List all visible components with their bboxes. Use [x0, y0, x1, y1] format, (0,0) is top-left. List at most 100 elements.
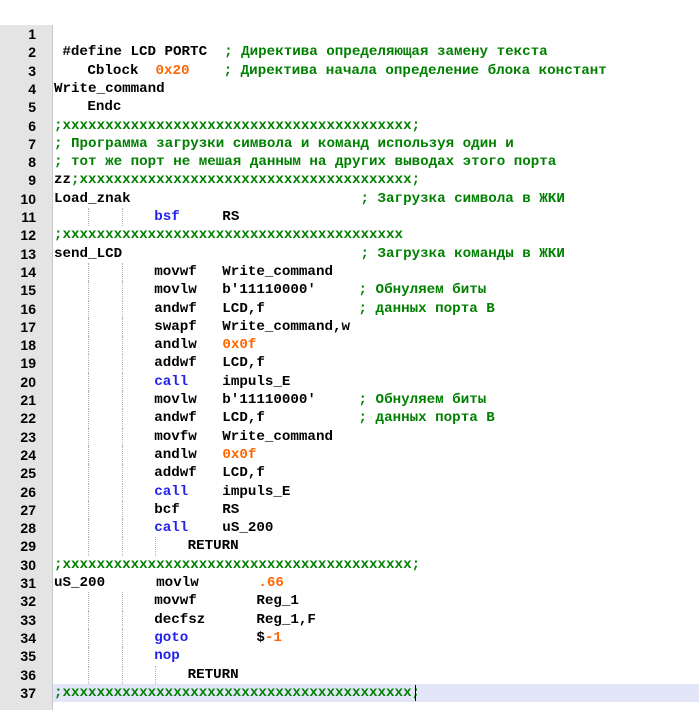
- code-line-area[interactable]: ;xxxxxxxxxxxxxxxxxxxxxxxxxxxxxxxxxxxxxxx…: [53, 226, 699, 244]
- code-line[interactable]: 31 uS_200 movlw .66: [0, 574, 699, 592]
- code-line-area[interactable]: call impuls_E: [53, 482, 699, 501]
- code-line[interactable]: 2 #define LCD PORTC ; Директива определяю…: [0, 43, 699, 61]
- code-line-area[interactable]: movfw Write_command: [53, 427, 699, 446]
- code-line[interactable]: 21 movlw b'11110000' ; Обнуляем биты: [0, 391, 699, 410]
- code-line[interactable]: 7 ; Программа загрузки символа и команд и…: [0, 135, 699, 153]
- indent-guide: [121, 317, 123, 337]
- code-line[interactable]: 1: [0, 25, 699, 43]
- code-line[interactable]: 8 ; тот же порт не мешая данным на других…: [0, 153, 699, 171]
- code-line[interactable]: 37 ;xxxxxxxxxxxxxxxxxxxxxxxxxxxxxxxxxxxxx…: [0, 683, 699, 703]
- code-text: bcf RS: [154, 501, 239, 519]
- code-line-area[interactable]: call impuls_E: [53, 372, 699, 391]
- indent-guide: [88, 354, 90, 373]
- code-line[interactable]: 5 Endc: [0, 98, 699, 116]
- code-token-instr-black: andlw: [154, 337, 223, 354]
- line-number: 34: [20, 629, 36, 646]
- code-line-area[interactable]: Write_command: [53, 80, 699, 98]
- code-text: movwf Reg_1: [154, 592, 299, 610]
- code-line-area[interactable]: movwf Write_command: [53, 262, 699, 282]
- indent-guide: [121, 208, 123, 227]
- code-token-comment: ;xxxxxxxxxxxxxxxxxxxxxxxxxxxxxxxxxxxxxxx…: [54, 117, 421, 134]
- code-line-area[interactable]: ;xxxxxxxxxxxxxxxxxxxxxxxxxxxxxxxxxxxxxxx…: [53, 556, 699, 574]
- code-line-area[interactable]: movlw b'11110000' ; Обнуляем биты: [53, 281, 699, 300]
- code-token-text: zz: [54, 172, 72, 189]
- code-line[interactable]: 16 andwf LCD,f ; данных порта B: [0, 299, 699, 318]
- code-line[interactable]: 20 call impuls_E: [0, 372, 699, 391]
- code-line[interactable]: 12 ;xxxxxxxxxxxxxxxxxxxxxxxxxxxxxxxxxxxxx…: [0, 226, 699, 244]
- code-line-area[interactable]: ;xxxxxxxxxxxxxxxxxxxxxxxxxxxxxxxxxxxxxxx…: [53, 117, 699, 135]
- code-line-area[interactable]: movwf Reg_1: [53, 592, 699, 611]
- code-line-area[interactable]: ; тот же порт не мешая данным на других …: [53, 153, 699, 171]
- code-line-area[interactable]: andlw 0x0f: [53, 445, 699, 465]
- line-number: 37: [20, 684, 36, 701]
- indent-guide: [88, 610, 90, 629]
- code-line[interactable]: 32 movwf Reg_1: [0, 592, 699, 611]
- code-line-area[interactable]: zz;xxxxxxxxxxxxxxxxxxxxxxxxxxxxxxxxxxxxx…: [53, 171, 699, 189]
- code-line-area[interactable]: [53, 25, 699, 43]
- code-line[interactable]: 3 Cblock 0x20 ; Директива начала определе…: [0, 62, 699, 80]
- code-text: uS_200 movlw .66: [54, 574, 284, 592]
- code-line[interactable]: 17 swapf Write_command,w: [0, 317, 699, 337]
- code-line-area[interactable]: ; Программа загрузки символа и команд ис…: [53, 135, 699, 153]
- code-line[interactable]: 10 Load_znak ; Загрузка символа в ЖКИ: [0, 190, 699, 208]
- code-line-area[interactable]: Load_znak ; Загрузка символа в ЖКИ: [53, 190, 699, 208]
- code-line[interactable]: 4 Write_command: [0, 80, 699, 98]
- code-line-area[interactable]: swapf Write_command,w: [53, 317, 699, 337]
- code-token-comment: ;xxxxxxxxxxxxxxxxxxxxxxxxxxxxxxxxxxxxxxx…: [54, 227, 404, 244]
- code-line-area[interactable]: movlw b'11110000' ; Обнуляем биты: [53, 391, 699, 410]
- code-line[interactable]: 34 goto $-1: [0, 628, 699, 648]
- code-line[interactable]: 26 call impuls_E: [0, 482, 699, 501]
- code-line-area[interactable]: addwf LCD,f: [53, 354, 699, 373]
- code-line[interactable]: 6 ;xxxxxxxxxxxxxxxxxxxxxxxxxxxxxxxxxxxxxx…: [0, 117, 699, 135]
- line-number: 28: [20, 520, 36, 537]
- code-line[interactable]: 28 call uS_200: [0, 519, 699, 538]
- code-line-area[interactable]: nop: [53, 647, 699, 666]
- indent-guide: [88, 665, 90, 684]
- code-token-number: -1: [264, 629, 282, 646]
- code-line-area[interactable]: ;xxxxxxxxxxxxxxxxxxxxxxxxxxxxxxxxxxxxxxx…: [53, 683, 699, 703]
- code-line[interactable]: 18 andlw 0x0f: [0, 336, 699, 355]
- code-line[interactable]: 9 zz;xxxxxxxxxxxxxxxxxxxxxxxxxxxxxxxxxxxx…: [0, 171, 699, 189]
- code-line[interactable]: 25 addwf LCD,f: [0, 464, 699, 483]
- code-line-area[interactable]: bsf RS: [53, 208, 699, 227]
- code-line-area[interactable]: RETURN: [53, 537, 699, 556]
- code-line[interactable]: 11 bsf RS: [0, 208, 699, 227]
- code-line[interactable]: 33 decfsz Reg_1,F: [0, 610, 699, 629]
- code-line[interactable]: 13 send_LCD ; Загрузка команды в ЖКИ: [0, 245, 699, 263]
- code-line-area[interactable]: call uS_200: [53, 519, 699, 538]
- line-number: 20: [20, 373, 36, 390]
- code-line-area[interactable]: #define LCD PORTC ; Директива определяющ…: [53, 43, 699, 61]
- code-token-text: $: [188, 629, 265, 646]
- code-line[interactable]: 19 addwf LCD,f: [0, 354, 699, 373]
- code-text: zz;xxxxxxxxxxxxxxxxxxxxxxxxxxxxxxxxxxxxx…: [54, 171, 420, 189]
- code-line-area[interactable]: andwf LCD,f ; данных порта B: [53, 409, 699, 428]
- code-line[interactable]: 22 andwf LCD,f ; данных порта B: [0, 409, 699, 428]
- code-line-area[interactable]: send_LCD ; Загрузка команды в ЖКИ: [53, 245, 699, 263]
- code-line[interactable]: 23 movfw Write_command: [0, 427, 699, 446]
- code-line[interactable]: 29 RETURN: [0, 537, 699, 556]
- code-line-area[interactable]: RETURN: [53, 665, 699, 684]
- code-line-area[interactable]: Cblock 0x20 ; Директива начала определен…: [53, 62, 699, 80]
- line-number: 11: [21, 209, 36, 225]
- code-line[interactable]: 15 movlw b'11110000' ; Обнуляем биты: [0, 281, 699, 300]
- code-line-area[interactable]: uS_200 movlw .66: [53, 574, 699, 592]
- code-token-text: #define LCD PORTC: [62, 44, 225, 61]
- code-line-area[interactable]: andlw 0x0f: [53, 336, 699, 355]
- code-line[interactable]: 36 RETURN: [0, 665, 699, 684]
- code-text: addwf LCD,f: [154, 354, 265, 372]
- code-line[interactable]: 24 andlw 0x0f: [0, 445, 699, 465]
- code-line[interactable]: 30 ;xxxxxxxxxxxxxxxxxxxxxxxxxxxxxxxxxxxxx…: [0, 556, 699, 574]
- line-number: 27: [20, 501, 36, 518]
- code-text: ;xxxxxxxxxxxxxxxxxxxxxxxxxxxxxxxxxxxxxxx…: [54, 556, 420, 574]
- code-line-area[interactable]: andwf LCD,f ; данных порта B: [53, 299, 699, 318]
- code-token-text: uS_200: [188, 520, 274, 537]
- code-line-area[interactable]: Endc: [53, 98, 699, 116]
- code-line-area[interactable]: bcf RS: [53, 500, 699, 520]
- code-line[interactable]: 14 movwf Write_command: [0, 262, 699, 282]
- code-line[interactable]: 27 bcf RS: [0, 500, 699, 520]
- code-line[interactable]: 35 nop: [0, 647, 699, 666]
- code-editor[interactable]: 1 2 #define LCD PORTC ; Директива определя…: [0, 25, 699, 710]
- code-line-area[interactable]: goto $-1: [53, 628, 699, 648]
- code-line-area[interactable]: addwf LCD,f: [53, 464, 699, 483]
- code-line-area[interactable]: decfsz Reg_1,F: [53, 610, 699, 629]
